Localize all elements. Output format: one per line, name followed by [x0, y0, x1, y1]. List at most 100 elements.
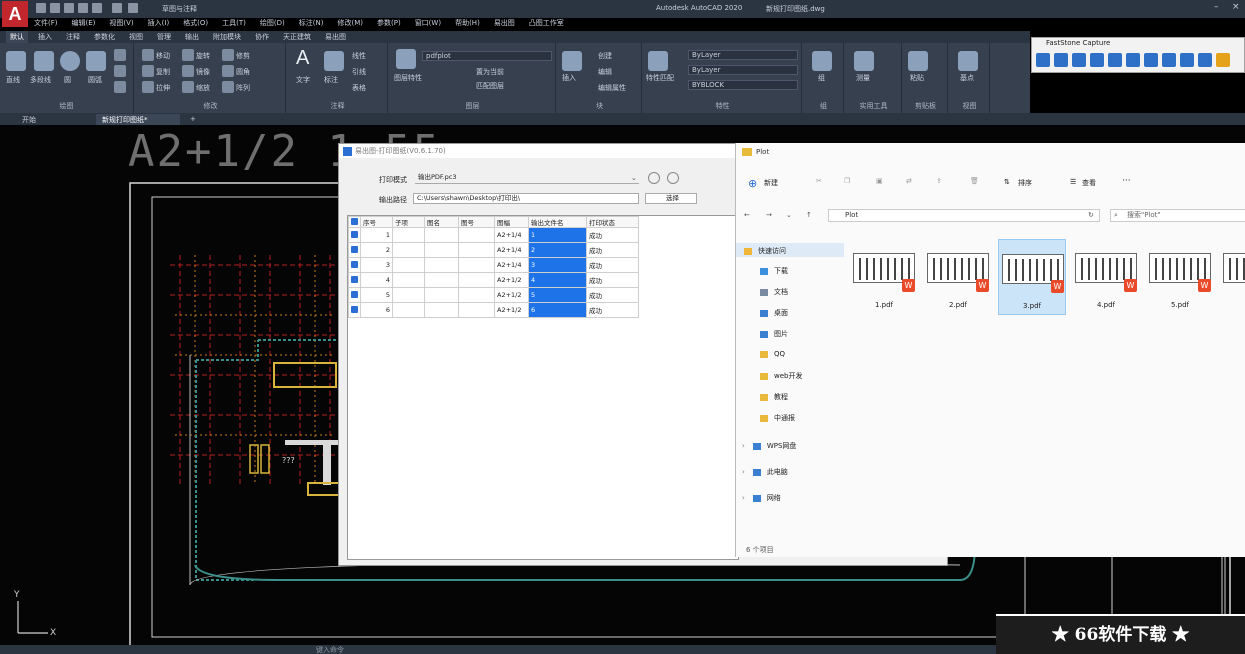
- table-cell[interactable]: [424, 302, 459, 318]
- table-row[interactable]: 3 A2+1/4 3 成功: [348, 257, 639, 273]
- nav-quick-access[interactable]: 快速访问: [736, 243, 844, 257]
- dimension-icon[interactable]: [324, 51, 344, 71]
- col-header[interactable]: 图幅: [494, 216, 529, 228]
- leader-label[interactable]: 引线: [352, 67, 366, 77]
- capture-object-icon[interactable]: [1054, 53, 1068, 67]
- table-cell[interactable]: 成功: [586, 227, 639, 243]
- layer-combo[interactable]: pdfplot: [422, 51, 552, 61]
- paste-icon[interactable]: [908, 51, 928, 71]
- basepoint-label[interactable]: 基点: [960, 73, 974, 83]
- ribbon-tab[interactable]: 注释: [62, 31, 84, 43]
- polyline-icon[interactable]: [34, 51, 54, 71]
- table-cell[interactable]: 3: [360, 257, 393, 273]
- file-item[interactable]: W 3.pdf: [998, 239, 1066, 315]
- scale-label[interactable]: 缩放: [196, 83, 210, 93]
- line-icon[interactable]: [6, 51, 26, 71]
- table-cell[interactable]: [392, 257, 425, 273]
- table-cell[interactable]: A2+1/2: [494, 302, 529, 318]
- sort-icon[interactable]: ⇅: [1004, 178, 1010, 186]
- table-cell[interactable]: [424, 242, 459, 258]
- array-icon[interactable]: [222, 81, 234, 93]
- array-label[interactable]: 阵列: [236, 83, 250, 93]
- undo-icon[interactable]: [112, 3, 122, 13]
- ellipse-icon[interactable]: [114, 65, 126, 77]
- capture-output-icon[interactable]: [1198, 53, 1212, 67]
- chevron-right-icon[interactable]: ›: [742, 442, 745, 450]
- insert-label[interactable]: 插入: [562, 73, 576, 83]
- menu-item[interactable]: 文件(F): [34, 18, 58, 30]
- table-cell[interactable]: [458, 242, 495, 258]
- mirror-label[interactable]: 镜像: [196, 67, 210, 77]
- measure-label[interactable]: 测量: [856, 73, 870, 83]
- table-row[interactable]: 1 A2+1/4 1 成功: [348, 227, 639, 243]
- circle-icon[interactable]: [60, 51, 80, 71]
- arc-icon[interactable]: [86, 51, 106, 71]
- file-item[interactable]: W 4.pdf: [1072, 239, 1140, 315]
- chevron-right-icon[interactable]: ›: [742, 494, 745, 502]
- table-row[interactable]: 5 A2+1/2 5 成功: [348, 287, 639, 303]
- group-button-label[interactable]: 组: [818, 73, 825, 83]
- insert-icon[interactable]: [562, 51, 582, 71]
- save-icon[interactable]: [64, 3, 74, 13]
- col-header[interactable]: 图名: [424, 216, 459, 228]
- copy-icon[interactable]: ❐: [844, 177, 850, 185]
- view-icon[interactable]: ☰: [1070, 178, 1076, 186]
- delete-icon[interactable]: 🗑: [970, 177, 979, 185]
- rotate-label[interactable]: 旋转: [196, 51, 210, 61]
- menu-item[interactable]: 插入(I): [148, 18, 170, 30]
- table-cell[interactable]: [348, 227, 361, 243]
- row-checkbox[interactable]: [351, 290, 358, 298]
- ribbon-tab[interactable]: 视图: [125, 31, 147, 43]
- select-all-cell[interactable]: [348, 216, 361, 228]
- ribbon-tab[interactable]: 参数化: [90, 31, 119, 43]
- row-checkbox[interactable]: [351, 245, 358, 253]
- search-icon[interactable]: ⌕: [1114, 211, 1118, 220]
- table-cell[interactable]: 成功: [586, 302, 639, 318]
- new-tab-icon[interactable]: +: [184, 114, 202, 125]
- path-input[interactable]: C:\Users\shawn\Desktop\打印出\: [413, 193, 639, 204]
- utilities-group-label[interactable]: 实用工具: [846, 101, 901, 111]
- row-checkbox[interactable]: [351, 230, 358, 238]
- table-cell[interactable]: A2+1/2: [494, 287, 529, 303]
- table-cell[interactable]: [348, 287, 361, 303]
- table-cell[interactable]: [392, 287, 425, 303]
- edit-attributes-label[interactable]: 编辑属性: [598, 83, 626, 93]
- move-icon[interactable]: [142, 49, 154, 61]
- linetype-combo[interactable]: ByLayer: [688, 65, 798, 75]
- sort-button[interactable]: 排序: [1018, 178, 1032, 188]
- redo-icon[interactable]: [128, 3, 138, 13]
- basepoint-icon[interactable]: [958, 51, 978, 71]
- table-cell[interactable]: 成功: [586, 287, 639, 303]
- groups-group-label[interactable]: 组: [804, 101, 843, 111]
- table-cell[interactable]: 1: [528, 227, 587, 243]
- match-layer-label[interactable]: 匹配图层: [476, 81, 504, 91]
- forward-icon[interactable]: →: [766, 211, 772, 219]
- table-cell[interactable]: [392, 227, 425, 243]
- table-cell[interactable]: A2+1/2: [494, 272, 529, 288]
- table-label[interactable]: 表格: [352, 83, 366, 93]
- fillet-icon[interactable]: [222, 65, 234, 77]
- linear-label[interactable]: 线性: [352, 51, 366, 61]
- menu-item[interactable]: 绘图(D): [260, 18, 285, 30]
- layer-properties-label[interactable]: 图层特性: [394, 73, 422, 83]
- table-row[interactable]: 2 A2+1/4 2 成功: [348, 242, 639, 258]
- move-label[interactable]: 移动: [156, 51, 170, 61]
- share-icon[interactable]: ⇪: [936, 177, 942, 185]
- table-cell[interactable]: 5: [360, 287, 393, 303]
- cut-icon[interactable]: ✂: [816, 177, 822, 185]
- table-cell[interactable]: 4: [528, 272, 587, 288]
- doc-tab-drawing[interactable]: 新规打印图纸*: [96, 114, 180, 125]
- table-cell[interactable]: 2: [360, 242, 393, 258]
- saveas-icon[interactable]: [78, 3, 88, 13]
- rectangle-icon[interactable]: [114, 49, 126, 61]
- table-cell[interactable]: [458, 272, 495, 288]
- table-cell[interactable]: [458, 227, 495, 243]
- capture-scroll-icon[interactable]: [1126, 53, 1140, 67]
- ribbon-tab[interactable]: 输出: [181, 31, 203, 43]
- search-input[interactable]: 搜索"Plot": [1110, 209, 1245, 222]
- table-cell[interactable]: 6: [528, 302, 587, 318]
- menu-item[interactable]: 标注(N): [299, 18, 324, 30]
- match-properties-label[interactable]: 特性匹配: [646, 73, 674, 83]
- rotate-icon[interactable]: [182, 49, 194, 61]
- ribbon-tab[interactable]: 易出图: [321, 31, 350, 43]
